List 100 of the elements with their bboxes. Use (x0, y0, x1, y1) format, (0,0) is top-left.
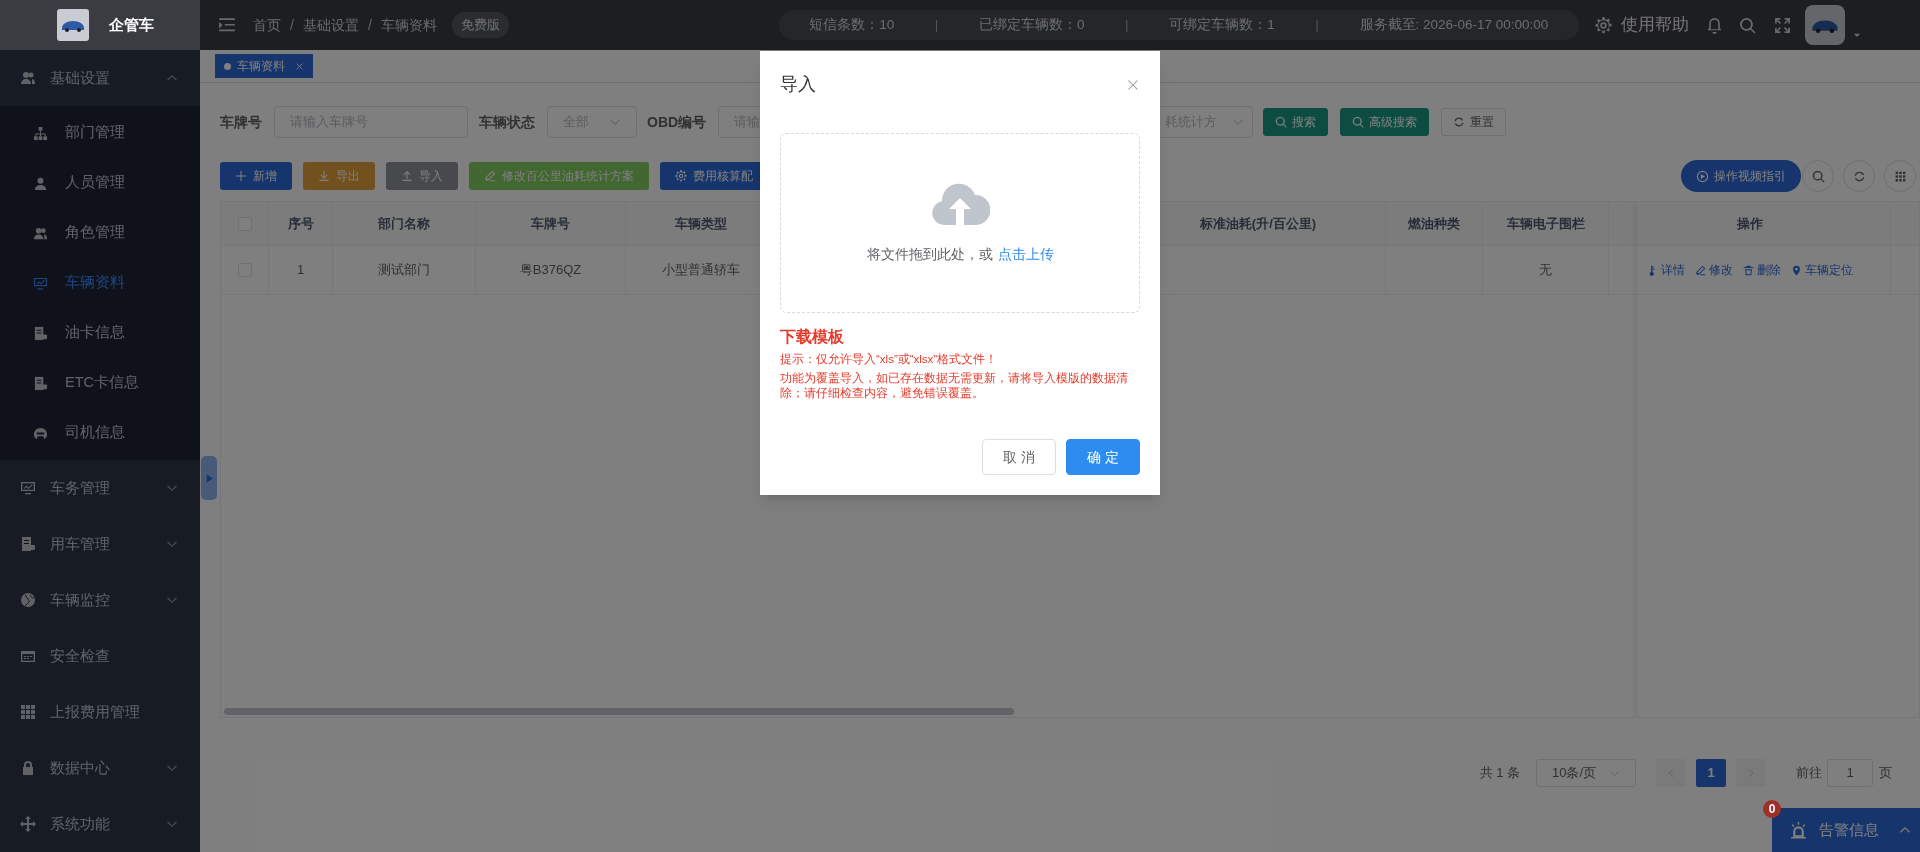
refresh-button[interactable] (1843, 160, 1875, 192)
action-link[interactable]: 修改 (1694, 261, 1733, 279)
action-link[interactable]: 车辆定位 (1790, 261, 1853, 279)
people-icon (20, 70, 36, 86)
columns-button[interactable] (1884, 160, 1916, 192)
globe-icon (20, 592, 36, 608)
pencil-icon (484, 170, 496, 182)
tip-text: 功能为覆盖导入，如已存在数据无需更新，请将导入模版的数据清除；请仔细检查内容，避免错误覆盖。 (780, 371, 1129, 401)
toolbar-button[interactable]: 导出 (303, 162, 375, 190)
upload-dropzone[interactable]: 将文件拖到此处，或 点击上传 (780, 133, 1140, 313)
page-input[interactable]: 1 (1827, 759, 1873, 787)
grid-icon (1893, 169, 1907, 183)
page-button[interactable]: 1 (1696, 759, 1726, 787)
toolbar-button[interactable]: 新增 (220, 162, 292, 190)
move-icon (20, 816, 36, 832)
scrollbar-thumb[interactable] (224, 708, 1014, 715)
page-tab[interactable]: 车辆资料 (215, 54, 313, 78)
search-icon (1738, 16, 1756, 34)
sidebar-item[interactable]: 人员管理 (0, 158, 200, 208)
action-link[interactable]: 详情 (1646, 261, 1685, 279)
goto-suffix: 页 (1879, 764, 1892, 783)
search-button[interactable]: 高级搜索 (1340, 108, 1430, 136)
card-icon (33, 325, 48, 341)
stat-text: 已绑定车辆数：0 (978, 15, 1085, 34)
fullscreen-icon (1773, 16, 1791, 34)
download-template-link[interactable]: 下载模板 (780, 325, 844, 349)
edition-badge: 免费版 (451, 12, 509, 38)
help-link[interactable]: 使用帮助 (1620, 12, 1689, 38)
column-header: 车辆电子围栏 (1506, 214, 1585, 233)
column-header: 标准油耗(升/百公里) (1199, 214, 1317, 233)
lock-icon (20, 760, 36, 776)
settings-icon (1594, 16, 1612, 34)
field-label: 车辆状态 (479, 112, 535, 132)
cancel-button[interactable]: 取 消 (982, 439, 1056, 475)
avatar[interactable] (1804, 5, 1845, 45)
monitor-icon (33, 275, 48, 291)
sidebar-item[interactable]: 上报费用管理 (0, 684, 200, 740)
search-icon (1352, 116, 1365, 128)
play-icon (1696, 169, 1709, 183)
total-count: 共 1 条 (1479, 764, 1520, 783)
stat-text: 可绑定车辆数：1 (1169, 15, 1275, 34)
page-size-select[interactable]: 10条/页 (1536, 759, 1636, 787)
tip-text: 提示：仅允许导入“xls”或“xlsx”格式文件！ (780, 352, 999, 367)
sidebar-item[interactable]: 系统功能 (0, 796, 200, 852)
breadcrumb-item[interactable]: 车辆资料 (380, 14, 437, 36)
action-link[interactable]: 删除 (1742, 261, 1781, 279)
refresh-icon (1852, 169, 1866, 183)
refresh-icon (1453, 116, 1466, 128)
sidebar-item[interactable]: 安全检查 (0, 628, 200, 684)
sidebar-item[interactable]: 部门管理 (0, 108, 200, 158)
close-icon (1127, 78, 1139, 91)
card-icon (20, 536, 36, 552)
separator: | (1125, 17, 1129, 34)
sidebar-item[interactable]: 油卡信息 (0, 308, 200, 358)
video-guide-button[interactable]: 操作视频指引 (1681, 160, 1801, 192)
reset-button[interactable]: 重置 (1441, 108, 1507, 136)
cloud-upload-icon (930, 181, 990, 226)
location-pin-icon (1790, 264, 1802, 276)
breadcrumb-item[interactable]: 基础设置 (302, 14, 359, 36)
sidebar-item[interactable]: 数据中心 (0, 740, 200, 796)
monitor-icon (20, 480, 36, 496)
column-header: 车辆类型 (674, 214, 727, 233)
breadcrumb-item[interactable]: 首页 (253, 14, 281, 36)
separator: | (935, 17, 939, 34)
table-cell-text: 粤B376QZ (519, 261, 582, 280)
field-label: 车牌号 (220, 112, 262, 132)
column-header: 序号 (287, 214, 314, 233)
table-cell-text: 测试部门 (378, 261, 430, 280)
dialog-title: 导入 (780, 73, 816, 96)
sidebar-toggle[interactable] (201, 456, 217, 500)
pencil-icon (1694, 264, 1706, 276)
sidebar-item[interactable]: 基础设置 (0, 50, 200, 106)
sidebar-item[interactable]: 角色管理 (0, 208, 200, 258)
sidebar-item[interactable]: 车辆监控 (0, 572, 200, 628)
search-button[interactable] (1802, 160, 1834, 192)
upload-link[interactable]: 点击上传 (997, 244, 1054, 265)
close-button[interactable] (1126, 77, 1140, 92)
table-cell-text: 小型普通轿车 (661, 261, 740, 280)
drop-hint: 将文件拖到此处，或 (866, 245, 993, 264)
menu-icon (218, 16, 236, 34)
column-header: 操作 (1736, 214, 1763, 233)
sidebar-item[interactable]: 车辆资料 (0, 258, 200, 308)
toolbar-button[interactable]: 修改百公里油耗统计方案 (469, 162, 649, 190)
play-icon (204, 473, 214, 483)
app-name: 企管车 (109, 14, 154, 35)
separator: | (1315, 17, 1319, 34)
org-chart-icon (33, 125, 48, 141)
search-icon (1811, 169, 1825, 183)
sidebar-item[interactable]: 车务管理 (0, 460, 200, 516)
confirm-button[interactable]: 确 定 (1066, 439, 1140, 475)
sidebar-item[interactable]: 司机信息 (0, 408, 200, 458)
settings-icon (675, 170, 687, 182)
plus-icon (235, 170, 247, 182)
sidebar-item[interactable]: ETC卡信息 (0, 358, 200, 408)
table-cell-text: 1 (296, 261, 305, 280)
search-button[interactable]: 搜索 (1263, 108, 1329, 136)
logo-icon (57, 9, 89, 41)
trash-icon (1742, 264, 1754, 276)
sidebar-item[interactable]: 用车管理 (0, 516, 200, 572)
stat-text: 服务截至: 2026-06-17 00:00:00 (1359, 15, 1549, 34)
